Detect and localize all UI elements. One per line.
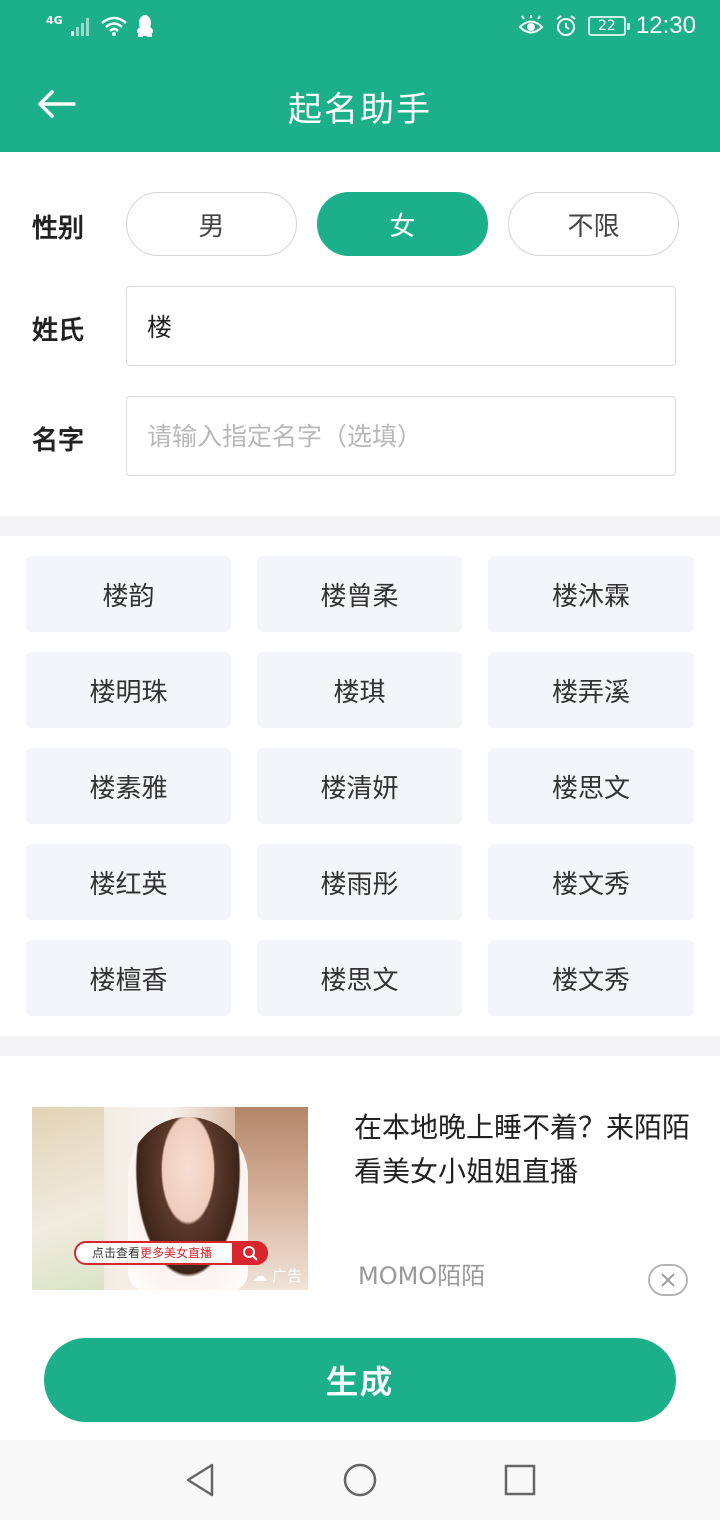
square-recents-icon [504,1464,536,1496]
ad-badge-label: 广告 [271,1267,302,1285]
title-bar: 起名助手 [0,58,720,152]
ad-source: MOMO陌陌 [358,1262,486,1290]
gender-option-female[interactable]: 女 [317,192,488,256]
nav-recents-button[interactable] [500,1460,540,1500]
name-chip[interactable]: 楼雨彤 [257,844,462,920]
status-left-icons: 4G [46,14,155,38]
name-chip[interactable]: 楼沐霖 [488,556,694,632]
nav-home-button[interactable] [340,1460,380,1500]
surname-field[interactable] [126,286,676,366]
gender-option-any[interactable]: 不限 [508,192,679,256]
ad-image[interactable]: 点击查看更多美女直播 ☁ 广告 [32,1107,308,1290]
given-name-input[interactable] [127,397,675,475]
name-chip[interactable]: 楼素雅 [26,748,231,824]
gender-option-male[interactable]: 男 [126,192,297,256]
eye-comfort-icon [518,15,544,34]
signal-icon [70,18,89,36]
name-chip[interactable]: 楼韵 [26,556,231,632]
section-divider [0,516,720,536]
wifi-icon [100,16,127,36]
search-icon [243,1246,258,1261]
ad-close-button[interactable] [648,1264,688,1296]
name-chip[interactable]: 楼文秀 [488,844,694,920]
alarm-icon [556,15,576,36]
name-chip[interactable]: 楼思文 [488,748,694,824]
given-name-label: 名字 [32,426,85,456]
nav-back-button[interactable] [180,1460,220,1500]
close-icon [661,1273,675,1287]
network-type-label: 4G [46,13,63,27]
name-chip[interactable]: 楼明珠 [26,652,231,728]
status-right-icons: 22 12:30 [518,12,696,40]
name-chip[interactable]: 楼文秀 [488,940,694,1016]
ad-cta-prefix: 点击查看 [92,1246,141,1260]
name-chip[interactable]: 楼红英 [26,844,231,920]
triangle-back-icon [186,1463,214,1497]
ad-cta-search-button [232,1241,268,1265]
name-chip[interactable]: 楼檀香 [26,940,231,1016]
name-chip[interactable]: 楼弄溪 [488,652,694,728]
generate-button[interactable]: 生成 [44,1338,676,1422]
ad-cta-highlight: 更多美女直播 [140,1246,213,1260]
status-bar: 4G 22 12:30 [0,0,720,58]
name-chip[interactable]: 楼琪 [257,652,462,728]
app-header: 4G 22 12:30 起名助手 [0,0,720,152]
name-chip[interactable]: 楼清妍 [257,748,462,824]
status-time: 12:30 [635,12,696,39]
section-divider [0,1036,720,1056]
surname-label: 姓氏 [32,316,85,346]
system-nav-bar [0,1440,720,1520]
ad-badge: ☁ 广告 [252,1267,302,1285]
battery-icon: 22 [587,16,630,36]
name-chip[interactable]: 楼思文 [257,940,462,1016]
given-name-field[interactable] [126,396,676,476]
gender-label: 性别 [32,214,85,244]
page-title: 起名助手 [288,90,432,130]
name-suggestions-grid: 楼韵 楼曾柔 楼沐霖 楼明珠 楼琪 楼弄溪 楼素雅 楼清妍 楼思文 楼红英 楼雨… [26,556,694,1016]
ad-title[interactable]: 在本地晚上睡不着？来陌陌看美女小姐姐直播 [354,1106,694,1194]
surname-input[interactable] [127,287,675,365]
circle-home-icon [343,1463,377,1497]
name-chip[interactable]: 楼曾柔 [257,556,462,632]
qq-penguin-icon [136,15,153,37]
